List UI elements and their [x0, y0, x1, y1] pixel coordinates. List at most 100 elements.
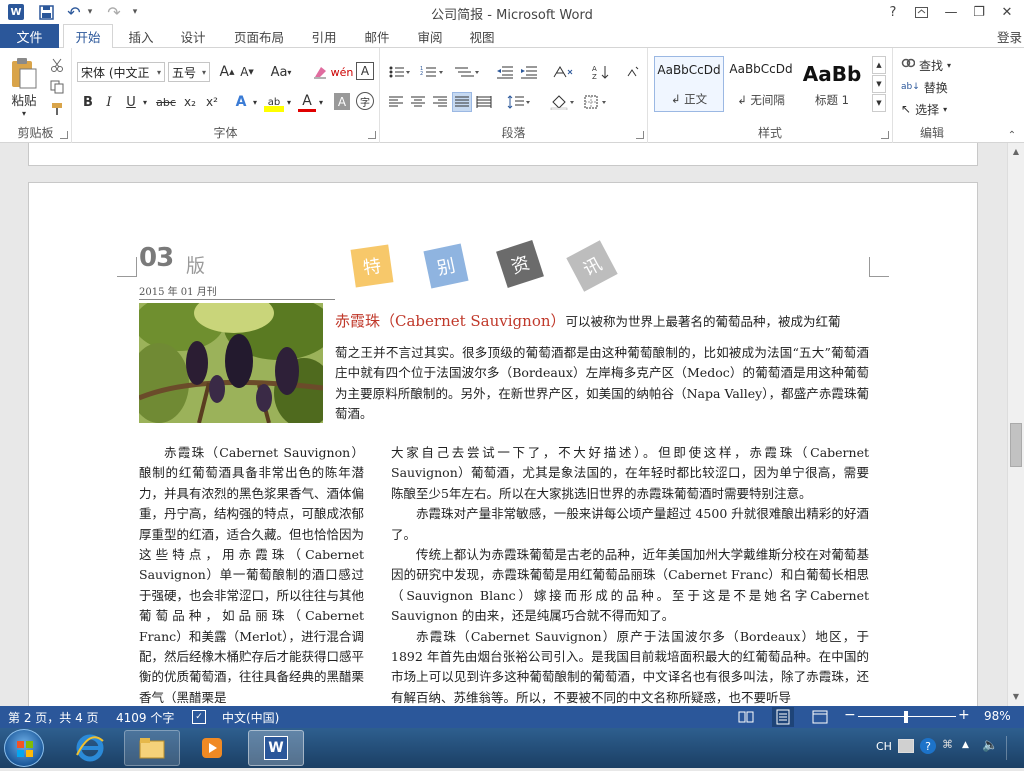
- lead-first-line[interactable]: 赤霞珠（Cabernet Sauvignon）可以被称为世界上最著名的葡萄品种，…: [335, 311, 869, 332]
- read-mode-icon[interactable]: [738, 709, 754, 725]
- internet-explorer-icon[interactable]: [66, 731, 114, 765]
- underline-button[interactable]: U: [122, 92, 140, 112]
- tab-design[interactable]: 设计: [170, 24, 216, 48]
- document-area[interactable]: 03 版 2015 年 01 月刊 特 别 资 讯 赤霞珠（Cabernet S…: [0, 143, 1007, 706]
- character-border-button[interactable]: A: [356, 62, 374, 80]
- show-hidden-icons-icon[interactable]: ▲: [962, 740, 969, 750]
- restore-button[interactable]: ❐: [966, 2, 992, 22]
- highlight-button[interactable]: ab: [264, 92, 284, 112]
- tab-file[interactable]: 文件: [0, 24, 59, 48]
- scroll-down-arrow-icon[interactable]: ▼: [1010, 690, 1022, 702]
- document-page[interactable]: 03 版 2015 年 01 月刊 特 别 资 讯 赤霞珠（Cabernet S…: [28, 182, 978, 706]
- line-spacing-icon[interactable]: [504, 92, 532, 112]
- highlight-dropdown-icon[interactable]: ▾: [284, 92, 294, 112]
- right-column-text[interactable]: 大家自己去尝试一下了，不大好描述）。但即使这样，赤霞珠（Cabernet Sau…: [391, 443, 869, 706]
- font-color-dropdown-icon[interactable]: ▾: [316, 92, 326, 112]
- asian-layout-icon[interactable]: [550, 62, 578, 82]
- tab-home[interactable]: 开始: [63, 24, 113, 49]
- word-count[interactable]: 4109 个字: [116, 709, 174, 726]
- borders-icon[interactable]: [582, 92, 612, 112]
- word-taskbar-icon[interactable]: W: [248, 730, 304, 766]
- shading-icon[interactable]: [548, 92, 578, 112]
- bold-button[interactable]: B: [79, 92, 97, 112]
- decrease-indent-icon[interactable]: [494, 62, 516, 82]
- help-button[interactable]: ?: [880, 2, 906, 22]
- zoom-out-icon[interactable]: −: [844, 707, 856, 723]
- bullets-icon[interactable]: [386, 62, 412, 82]
- distributed-icon[interactable]: [474, 92, 494, 112]
- page-count[interactable]: 第 2 页，共 4 页: [8, 709, 99, 726]
- increase-indent-icon[interactable]: [518, 62, 540, 82]
- scroll-up-arrow-icon[interactable]: ▲: [1010, 145, 1022, 157]
- redo-icon[interactable]: ↷: [104, 3, 124, 22]
- print-layout-icon[interactable]: [772, 707, 794, 727]
- replace-button[interactable]: ab↓ 替换: [901, 78, 967, 96]
- start-button[interactable]: [4, 729, 44, 767]
- minimize-button[interactable]: —: [938, 2, 964, 22]
- clear-formatting-icon[interactable]: [310, 62, 330, 82]
- character-shading-button[interactable]: A: [334, 93, 350, 110]
- tab-layout[interactable]: 页面布局: [226, 24, 292, 48]
- tab-references[interactable]: 引用: [302, 24, 346, 48]
- font-size-combo[interactable]: 五号 ▾: [168, 62, 210, 82]
- web-layout-icon[interactable]: [812, 709, 828, 725]
- align-center-icon[interactable]: [408, 92, 428, 112]
- word-app-icon[interactable]: W: [6, 3, 26, 21]
- phonetic-guide-button[interactable]: wén: [331, 62, 354, 82]
- multilevel-list-icon[interactable]: [452, 62, 482, 82]
- paste-dropdown-icon[interactable]: ▾: [18, 108, 30, 118]
- paragraph-launcher-icon[interactable]: [636, 131, 644, 139]
- align-left-icon[interactable]: [386, 92, 406, 112]
- left-column-text[interactable]: 赤霞珠（Cabernet Sauvignon）酿制的红葡萄酒具备非常出色的陈年潜…: [139, 443, 364, 706]
- undo-icon[interactable]: ↶: [64, 3, 84, 22]
- show-marks-icon[interactable]: [622, 62, 642, 82]
- styles-scroll-up-button[interactable]: ▲: [872, 56, 886, 74]
- font-name-combo[interactable]: 宋体 (中文正 ▾: [77, 62, 165, 82]
- select-button[interactable]: ↖ 选择 ▾: [901, 100, 967, 118]
- style-no-spacing[interactable]: AaBbCcDd ↲ 无间隔: [726, 56, 796, 112]
- italic-button[interactable]: I: [100, 92, 118, 112]
- volume-icon[interactable]: 🔈: [982, 738, 998, 753]
- collapse-ribbon-icon[interactable]: ⌃: [1004, 128, 1020, 142]
- numbering-icon[interactable]: 12: [418, 62, 446, 82]
- justify-icon[interactable]: [452, 92, 472, 112]
- tab-view[interactable]: 视图: [459, 24, 505, 48]
- paste-icon[interactable]: [6, 56, 40, 90]
- style-heading-1[interactable]: AaBb 标题 1: [800, 56, 864, 112]
- lead-paragraph[interactable]: 萄之王并不言过其实。很多顶级的葡萄酒都是由这种葡萄酿制的，比如被成为法国“五大”…: [335, 343, 869, 425]
- customize-qat-icon[interactable]: ▾: [128, 3, 142, 21]
- help-tray-icon[interactable]: ?: [920, 738, 936, 754]
- strikethrough-button[interactable]: abc: [154, 92, 178, 112]
- language-indicator[interactable]: 中文(中国): [222, 709, 279, 726]
- tab-review[interactable]: 审阅: [407, 24, 453, 48]
- align-right-icon[interactable]: [430, 92, 450, 112]
- proofing-icon[interactable]: ✓: [192, 710, 206, 724]
- shrink-font-button[interactable]: A ▼: [238, 62, 256, 82]
- clipboard-launcher-icon[interactable]: [60, 131, 68, 139]
- keyboard-icon[interactable]: [898, 739, 914, 753]
- font-color-button[interactable]: A: [298, 92, 316, 112]
- styles-scroll-down-button[interactable]: ▼: [872, 75, 886, 93]
- undo-dropdown-icon[interactable]: ▾: [84, 3, 96, 21]
- text-effects-dropdown-icon[interactable]: ▾: [250, 92, 260, 112]
- style-normal[interactable]: AaBbCcDd ↲ 正文: [654, 56, 724, 112]
- underline-dropdown-icon[interactable]: ▾: [140, 92, 150, 112]
- input-language[interactable]: CH: [876, 740, 892, 753]
- zoom-level[interactable]: 98%: [984, 709, 1011, 723]
- copy-icon[interactable]: [48, 78, 66, 96]
- tab-mailings[interactable]: 邮件: [354, 24, 400, 48]
- font-launcher-icon[interactable]: [368, 131, 376, 139]
- styles-launcher-icon[interactable]: [881, 131, 889, 139]
- show-desktop-button[interactable]: [1006, 736, 1018, 760]
- file-explorer-icon[interactable]: [124, 730, 180, 766]
- paste-button[interactable]: 粘贴: [6, 90, 42, 108]
- save-icon[interactable]: [36, 3, 56, 21]
- vertical-scrollbar[interactable]: ▲ ▼: [1007, 143, 1024, 706]
- enclose-characters-button[interactable]: 字: [356, 92, 374, 110]
- superscript-button[interactable]: x²: [202, 92, 222, 112]
- cut-icon[interactable]: [48, 56, 66, 74]
- format-painter-icon[interactable]: [48, 100, 66, 118]
- scroll-thumb[interactable]: [1010, 423, 1022, 467]
- tab-insert[interactable]: 插入: [118, 24, 164, 48]
- change-case-button[interactable]: Aa ▾: [268, 62, 294, 82]
